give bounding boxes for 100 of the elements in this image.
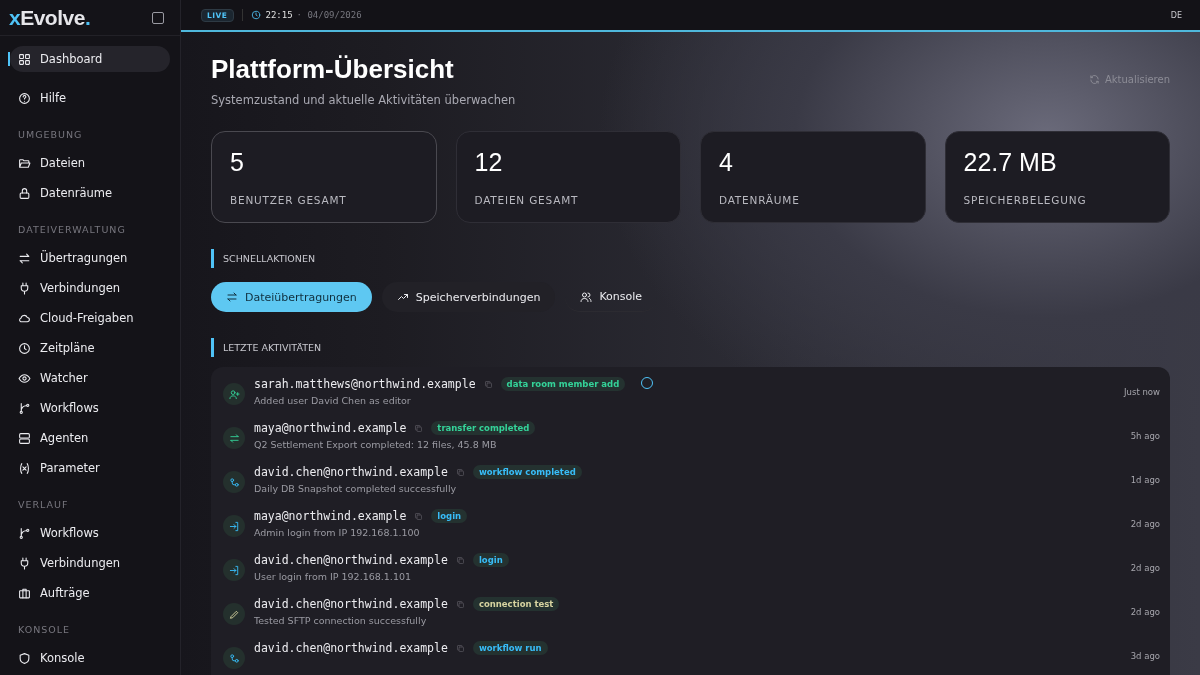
user-email: david.chen@northwind.example (254, 641, 448, 655)
language-button[interactable]: DE (1170, 10, 1182, 20)
event-tag: login (431, 509, 468, 523)
plug-icon (18, 556, 31, 570)
logo: xEvolve. (9, 5, 91, 30)
plug-icon (18, 281, 31, 295)
section-heading: UMGEBUNG (17, 128, 84, 142)
event-tag: login (472, 553, 509, 567)
sidebar-item[interactable]: Watcher (10, 365, 170, 391)
clock-time: 22:15 (265, 10, 293, 20)
user-email: maya@northwind.example (254, 509, 407, 523)
event-description: Tested SFTP connection successfully (254, 615, 428, 626)
sidebar-item[interactable]: Übertragungen (10, 245, 170, 271)
event-tag: connection test (472, 597, 560, 611)
timestamp: 2d ago (1130, 562, 1160, 573)
sidebar-item[interactable]: Workflows (10, 520, 170, 546)
user-add-icon (228, 388, 240, 400)
event-description: Added user David Chen as editor (254, 395, 412, 406)
copy-icon (455, 467, 465, 477)
section-heading: KONSOLE (17, 623, 72, 637)
user-email: david.chen@northwind.example (254, 553, 448, 567)
copy-icon (455, 643, 465, 653)
sidebar-item[interactable]: Aufträge (10, 580, 170, 606)
stat-label: DATENRÄUME (719, 194, 801, 206)
timestamp: Just now (1124, 386, 1160, 397)
section-heading: LETZTE AKTIVITÄTEN (211, 338, 1170, 357)
collapse-sidebar-button[interactable] (152, 11, 164, 24)
event-description: Q2 Settlement Export completed: 12 files, 45.8 MB (254, 439, 498, 450)
arrows-icon (226, 291, 238, 303)
section-heading: SCHNELLAKTIONEN (211, 249, 1170, 268)
sidebar-item[interactable]: Cloud-Freigaben (10, 305, 170, 331)
trend-icon (396, 291, 409, 303)
lock-icon (18, 186, 31, 200)
copy-icon (455, 555, 465, 565)
timestamp: 2d ago (1130, 606, 1160, 617)
workflow-icon (228, 652, 240, 664)
event-description: User login from IP 192.168.1.101 (254, 571, 412, 582)
event-tag: data room member add (500, 377, 626, 391)
timestamp: 5h ago (1130, 430, 1160, 441)
stat-value: 4 (719, 148, 734, 177)
event-tag: workflow run (472, 641, 548, 655)
workflow-icon (228, 476, 240, 488)
timestamp: 1d ago (1130, 474, 1160, 485)
help-icon (18, 91, 31, 105)
sidebar-item[interactable]: Dateien (10, 150, 170, 176)
event-tag: transfer completed (431, 421, 536, 435)
sidebar-item[interactable]: Verbindungen (10, 550, 170, 576)
pencil-icon (228, 608, 240, 620)
user-email: sarah.matthews@northwind.example (254, 377, 476, 391)
folder-icon (18, 156, 31, 170)
section-heading: VERLAUF (17, 498, 70, 512)
timestamp: 2d ago (1130, 518, 1160, 529)
event-description: Daily DB Snapshot completed successfully (254, 483, 458, 494)
grid-icon (18, 52, 31, 66)
copy-icon (455, 599, 465, 609)
users-icon (580, 290, 593, 303)
date: · 04/09/2026 (296, 10, 362, 20)
sidebar-item[interactable]: Hilfe (10, 85, 170, 111)
sidebar-item[interactable]: Dashboard (10, 46, 170, 72)
arrows-icon (18, 251, 31, 265)
login-icon (228, 564, 240, 576)
copy-icon (483, 379, 493, 389)
timestamp: 3d ago (1130, 650, 1160, 661)
event-tag: workflow completed (472, 465, 582, 479)
stat-value: 12 (474, 148, 504, 177)
clock-icon (250, 10, 261, 20)
branch-icon (18, 526, 31, 540)
clock-icon (18, 341, 31, 355)
user-email: david.chen@northwind.example (254, 597, 448, 611)
sidebar-item[interactable]: Datenräume (10, 180, 170, 206)
arrows-icon (228, 432, 240, 444)
stat-label: DATEIEN GESAMT (474, 194, 580, 206)
sidebar-item[interactable]: Agenten (10, 425, 170, 451)
sidebar-item[interactable]: Verbindungen (10, 275, 170, 301)
page-title: Plattform-Übersicht (211, 54, 455, 85)
stat-value: 22.7 MB (963, 148, 1058, 177)
sidebar-item[interactable]: Workflows (10, 395, 170, 421)
quick-action-button[interactable]: Speicherverbindungen (381, 282, 556, 312)
eye-icon (18, 371, 31, 385)
section-heading: DATEIVERWALTUNG (17, 223, 127, 237)
sidebar-item[interactable]: Parameter (10, 455, 170, 481)
variable-icon (18, 461, 31, 475)
briefcase-icon (18, 586, 31, 600)
sidebar-item[interactable]: Zeitpläne (10, 335, 170, 361)
copy-icon (414, 423, 424, 433)
stat-label: SPEICHERBELEGUNG (963, 194, 1088, 206)
event-description: Admin login from IP 192.168.1.100 (254, 527, 421, 538)
copy-icon (414, 511, 424, 521)
refresh-icon (1088, 74, 1100, 85)
server-icon (18, 431, 31, 445)
stat-label: BENUTZER GESAMT (230, 194, 348, 206)
page-subtitle: Systemzustand und aktuelle Aktivitäten überwachen (211, 93, 516, 107)
sidebar-item[interactable]: Konsole (10, 645, 170, 671)
user-email: david.chen@northwind.example (254, 465, 448, 479)
branch-icon (18, 401, 31, 415)
shield-icon (18, 651, 31, 665)
user-email: maya@northwind.example (254, 421, 407, 435)
stat-value: 5 (230, 148, 245, 177)
quick-action-button[interactable]: Konsole (565, 282, 658, 312)
quick-action-button[interactable]: Dateiübertragungen (211, 282, 372, 312)
